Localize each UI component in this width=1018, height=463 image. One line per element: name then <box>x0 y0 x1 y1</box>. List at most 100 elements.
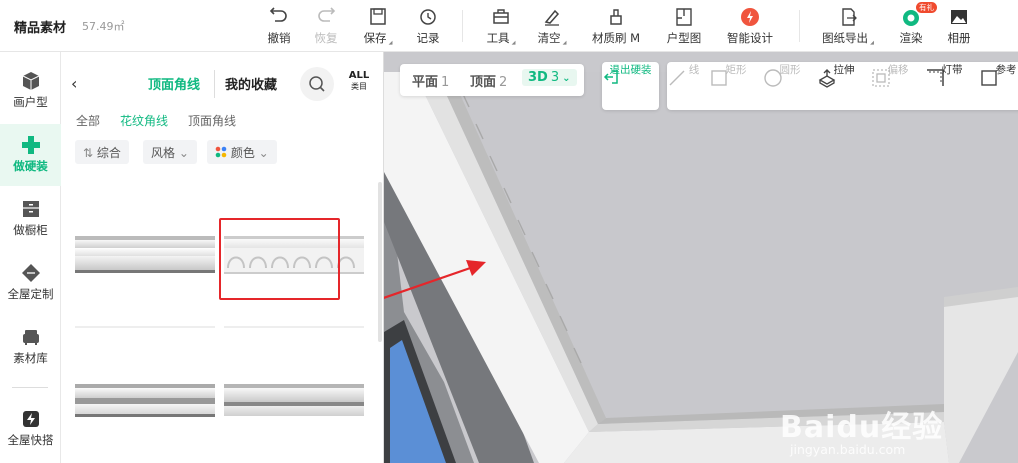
smart-design-button[interactable]: 智能设计 <box>724 6 776 48</box>
rail-item-quick-build[interactable]: 全屋快搭 <box>0 398 61 456</box>
search-button[interactable] <box>300 67 334 101</box>
search-icon <box>309 76 325 92</box>
material-panel: ‹ 顶面角线 我的收藏 ALL 类目 全部 花纹角线 顶面角线 ⇅ 综合 风格 … <box>61 52 384 463</box>
panel-scrollbar[interactable] <box>378 182 382 342</box>
tool-offset[interactable]: 偏移 <box>871 62 925 110</box>
watermark: Baidu经验 jingyan.baidu.com <box>780 402 944 457</box>
image-icon <box>951 10 967 24</box>
tool-extrude[interactable]: 拉伸 <box>817 62 871 110</box>
top-toolbar: 精品素材 57.49㎡ 撤销 恢复 保存 记录 工具 清空 材质刷 M 户型图 … <box>0 0 1018 52</box>
rail-label: 素材库 <box>13 351 48 365</box>
tools-button[interactable]: 工具 <box>484 6 518 48</box>
lightning-icon <box>22 411 39 427</box>
rail-label: 做硬装 <box>13 159 48 173</box>
circle-icon <box>764 69 782 87</box>
line-icon <box>669 70 685 86</box>
tab-ceiling-molding[interactable]: 顶面角线 <box>148 74 200 93</box>
rail-item-library[interactable]: 素材库 <box>0 316 61 374</box>
sort-label: 综合 <box>96 146 121 160</box>
material-thumb[interactable] <box>75 326 215 426</box>
rail-label: 做橱柜 <box>13 223 48 237</box>
all-categories-button[interactable]: ALL 类目 <box>347 70 371 92</box>
view-key: 3 <box>550 70 560 85</box>
view-key: 1 <box>441 75 450 90</box>
material-thumb[interactable] <box>224 326 364 426</box>
tab-divider <box>214 70 215 98</box>
tool-circle[interactable]: 圆形 <box>763 62 817 110</box>
redo-icon <box>318 7 336 22</box>
undo-button[interactable]: 撤销 <box>264 6 294 48</box>
cabinet-icon <box>22 201 39 217</box>
plus-icon <box>21 136 40 154</box>
record-button[interactable]: 记录 <box>413 6 443 48</box>
rail-label: 全屋定制 <box>7 287 54 301</box>
watermark-url: jingyan.baidu.com <box>790 442 906 457</box>
rail-item-whole-custom[interactable]: 全屋定制 <box>0 252 61 310</box>
view-ceiling[interactable]: 顶面 2 <box>470 71 507 90</box>
tool-label: 线 <box>688 64 700 76</box>
rail-divider <box>12 387 48 388</box>
smart-design-label: 智能设计 <box>727 31 773 45</box>
tool-rectangle[interactable]: 矩形 <box>709 62 763 110</box>
app-brand: 精品素材 <box>14 21 67 36</box>
export-drawing-button[interactable]: 图纸导出 <box>821 6 875 48</box>
record-label: 记录 <box>416 31 440 45</box>
chevron-down-icon: ⌄ <box>258 146 269 160</box>
tab-favorites[interactable]: 我的收藏 <box>225 74 277 93</box>
rail-label: 画户型 <box>13 95 48 109</box>
save-button[interactable]: 保存 <box>360 6 396 48</box>
rail-item-hard-decoration[interactable]: 做硬装 <box>0 124 61 186</box>
tool-reference[interactable]: 参考 <box>979 62 1018 110</box>
rail-label: 全屋快搭 <box>7 433 54 447</box>
toolbar-divider <box>799 10 800 42</box>
color-filter[interactable]: 颜色 ⌄ <box>207 140 277 164</box>
floor-plan-button[interactable]: 户型图 <box>665 6 703 48</box>
watermark-brand: Baidu经验 <box>780 410 944 445</box>
custom-icon <box>21 264 40 282</box>
undo-icon <box>269 7 287 22</box>
view-label: 平面 <box>412 75 439 90</box>
sort-filter[interactable]: ⇅ 综合 <box>75 140 129 164</box>
redo-button[interactable]: 恢复 <box>311 6 341 48</box>
style-label: 风格 <box>151 146 176 160</box>
view-plan[interactable]: 平面 1 <box>412 71 449 90</box>
tool-light-strip[interactable]: 灯带 <box>925 62 979 110</box>
album-button[interactable]: 相册 <box>944 6 974 48</box>
eraser-icon <box>544 9 560 26</box>
rail-item-draw-plan[interactable]: 画户型 <box>0 60 61 118</box>
clear-label: 清空 <box>537 30 567 46</box>
material-thumb[interactable] <box>75 210 215 310</box>
clear-button[interactable]: 清空 <box>537 6 567 48</box>
brush-icon <box>610 9 622 25</box>
floor-plan-icon <box>676 8 692 26</box>
breadcrumb-pattern-molding[interactable]: 花纹角线 <box>120 112 168 129</box>
rail-item-cabinet[interactable]: 做橱柜 <box>0 188 61 246</box>
floor-plan-label: 户型图 <box>666 31 702 45</box>
category-label: 类目 <box>351 82 367 91</box>
save-icon <box>370 8 386 25</box>
export-drawing-label: 图纸导出 <box>821 30 875 46</box>
3d-viewport[interactable]: 平面 1 顶面 2 3D 3 ⌄ 退出硬装 线 矩形 圆形 拉伸 偏移 灯带 参… <box>384 52 1018 463</box>
breadcrumb-all[interactable]: 全部 <box>76 112 100 129</box>
draw-toolbar: 线 矩形 圆形 拉伸 偏移 灯带 参考 <box>667 62 1018 110</box>
export-icon <box>842 8 857 26</box>
view-switcher: 平面 1 顶面 2 3D 3 ⌄ <box>400 64 584 96</box>
redo-label: 恢复 <box>314 31 338 45</box>
album-label: 相册 <box>947 31 971 45</box>
view-3d[interactable]: 3D 3 ⌄ <box>522 69 577 86</box>
gift-badge: 有礼 <box>916 2 937 13</box>
material-brush-label: 材质刷 M <box>591 31 641 45</box>
style-filter[interactable]: 风格 ⌄ <box>143 140 197 164</box>
toolbar-divider <box>462 10 463 42</box>
selected-material-highlight <box>219 218 340 300</box>
breadcrumb-ceiling-molding[interactable]: 顶面角线 <box>188 112 236 129</box>
palette-icon <box>215 146 227 158</box>
material-brush-button[interactable]: 材质刷 M <box>590 6 642 48</box>
back-arrow-icon[interactable]: ‹ <box>71 74 77 93</box>
cube-icon <box>22 72 39 90</box>
view-label: 3D <box>528 70 548 85</box>
light-strip-icon <box>927 69 944 86</box>
exit-hard-decoration-button[interactable]: 退出硬装 <box>602 62 659 110</box>
exit-icon <box>603 70 618 84</box>
chevron-down-icon: ⌄ <box>562 73 571 84</box>
